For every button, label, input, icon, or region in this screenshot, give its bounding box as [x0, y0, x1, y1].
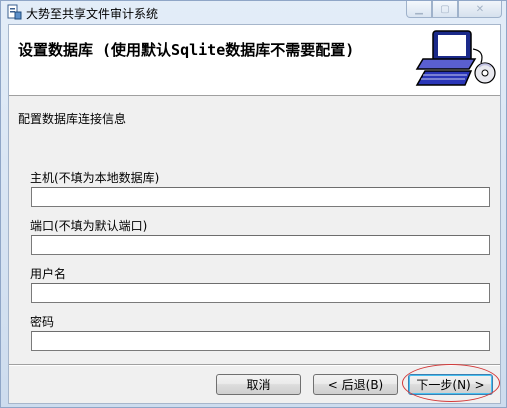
installer-window: 大势至共享文件审计系统 ▁ ▢ ✕ 设置数据库 (使用默认Sqlite数据库不需… — [0, 0, 507, 408]
username-input[interactable] — [31, 283, 490, 303]
footer-separator — [9, 364, 500, 366]
installer-app-icon — [6, 4, 22, 20]
close-icon: ✕ — [475, 3, 485, 15]
section-label: 配置数据库连接信息 — [18, 112, 127, 126]
dialog-client-area: 设置数据库 (使用默认Sqlite数据库不需要配置) 配置数据库连接信息 主机(… — [8, 24, 501, 404]
maximize-button[interactable]: ▢ — [432, 1, 458, 18]
password-label: 密码 — [30, 315, 55, 329]
next-button[interactable]: 下一步(N) > — [408, 374, 493, 395]
caption-buttons: ▁ ▢ ✕ — [406, 1, 502, 19]
maximize-icon: ▢ — [440, 3, 450, 15]
username-label: 用户名 — [30, 267, 67, 281]
close-button[interactable]: ✕ — [458, 1, 502, 18]
window-title: 大势至共享文件审计系统 — [26, 7, 159, 21]
port-input[interactable] — [31, 235, 490, 255]
minimize-button[interactable]: ▁ — [406, 1, 432, 18]
page-title: 设置数据库 (使用默认Sqlite数据库不需要配置) — [18, 41, 355, 59]
back-button[interactable]: < 后退(B) — [313, 374, 398, 395]
cancel-button[interactable]: 取消 — [216, 374, 301, 395]
wizard-banner: 设置数据库 (使用默认Sqlite数据库不需要配置) — [9, 25, 500, 96]
computer-disc-icon — [415, 30, 496, 86]
password-input[interactable] — [31, 331, 490, 351]
host-input[interactable] — [31, 187, 490, 207]
minimize-icon: ▁ — [415, 3, 423, 15]
title-bar[interactable]: 大势至共享文件审计系统 ▁ ▢ ✕ — [1, 1, 506, 23]
port-label: 端口(不填为默认端口) — [30, 219, 148, 233]
host-label: 主机(不填为本地数据库) — [30, 171, 160, 185]
